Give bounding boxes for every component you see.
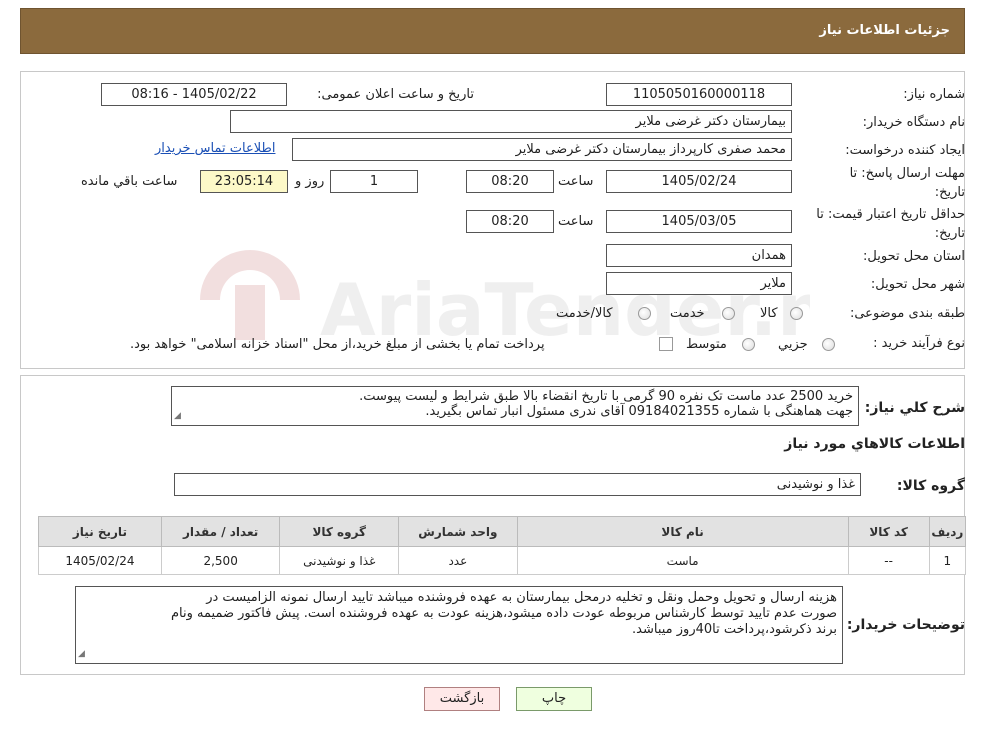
creator-label: ایجاد کننده درخواست: <box>845 143 965 158</box>
process-medium-label: متوسط <box>686 337 727 352</box>
notes-line-1: هزینه ارسال و تحویل وحمل ونقل و تخلیه در… <box>206 590 837 605</box>
remaining-label: ساعت باقي مانده <box>81 174 178 189</box>
creator-field[interactable]: محمد صفری کارپرداز بیمارستان دکتر غرضی م… <box>292 138 792 161</box>
treasury-note: پرداخت تمام یا بخشی از مبلغ خرید،از محل … <box>130 337 545 352</box>
summary-label: شرح کلي نياز: <box>864 400 965 416</box>
table-header-row: رديف کد کالا نام کالا واحد شمارش گروه کا… <box>38 516 967 547</box>
col-group: گروه کالا <box>279 516 400 547</box>
cell-group: غذا و نوشیدنی <box>279 546 400 575</box>
summary-line-2: جهت هماهنگی با شماره 09184021355 آقای ند… <box>425 404 853 419</box>
resize-grip-icon: ◢ <box>174 411 181 421</box>
page-title: جزئیات اطلاعات نیاز <box>819 23 950 38</box>
buyer-contact-link[interactable]: اطلاعات تماس خریدار <box>155 141 275 156</box>
col-code: کد کالا <box>847 516 930 547</box>
cell-need-date: 1405/02/24 <box>38 546 162 575</box>
notes-line-3: برند ذکرشود،پرداخت تا40روز میباشد. <box>632 622 837 637</box>
deadline-time-label: ساعت <box>558 174 594 189</box>
buyer-org-label: نام دستگاه خریدار: <box>862 115 965 130</box>
province-field[interactable]: همدان <box>606 244 792 267</box>
province-label: استان محل تحویل: <box>863 249 965 264</box>
buyer-org-field[interactable]: بیمارستان دکتر غرضی ملایر <box>230 110 792 133</box>
deadline-date-field[interactable]: 1405/02/24 <box>606 170 792 193</box>
days-field[interactable]: 1 <box>330 170 418 193</box>
col-unit: واحد شمارش <box>398 516 518 547</box>
goods-section-title: اطلاعات کالاهاي مورد نياز <box>784 436 965 452</box>
summary-line-1: خرید 2500 عدد ماست تک نفره 90 گرمی با تا… <box>359 389 853 404</box>
cell-code: -- <box>847 546 930 575</box>
goods-group-field[interactable]: غذا و نوشیدنی <box>174 473 861 496</box>
category-goods-service-radio[interactable] <box>638 307 651 320</box>
city-field[interactable]: ملایر <box>606 272 792 295</box>
category-goods-service-label: کالا/خدمت <box>556 306 613 321</box>
validity-date-field[interactable]: 1405/03/05 <box>606 210 792 233</box>
category-goods-radio[interactable] <box>790 307 803 320</box>
checkbox-icon <box>659 337 673 351</box>
category-service-radio[interactable] <box>722 307 735 320</box>
goods-group-label: گروه کالا: <box>896 478 965 494</box>
buyer-notes-label: توضیحات خریدار: <box>846 617 965 633</box>
summary-textarea[interactable]: خرید 2500 عدد ماست تک نفره 90 گرمی با تا… <box>171 386 859 426</box>
resize-grip-icon: ◢ <box>78 649 85 659</box>
goods-table: رديف کد کالا نام کالا واحد شمارش گروه کا… <box>38 516 967 575</box>
category-label: طبقه بندی موضوعی: <box>849 306 965 321</box>
process-label: نوع فرآیند خرید : <box>873 336 965 351</box>
print-button[interactable]: چاپ <box>516 687 592 711</box>
city-label: شهر محل تحویل: <box>870 277 965 292</box>
need-number-field[interactable]: 1105050160000118 <box>606 83 792 106</box>
treasury-checkbox[interactable] <box>658 336 674 352</box>
category-goods-label: کالا <box>760 306 778 321</box>
col-need-date: تاریخ نیاز <box>38 516 162 547</box>
remaining-time-field: 23:05:14 <box>200 170 288 193</box>
announce-label: تاریخ و ساعت اعلان عمومی: <box>317 87 474 102</box>
validity-time-field[interactable]: 08:20 <box>466 210 554 233</box>
process-medium-radio[interactable] <box>742 338 755 351</box>
validity-label: حداقل تاریخ اعتبار قیمت: تا تاریخ: <box>816 207 965 241</box>
col-name: نام کالا <box>516 516 849 547</box>
category-service-label: خدمت <box>670 306 705 321</box>
days-label: روز و <box>295 174 325 189</box>
announce-field[interactable]: 1405/02/22 - 08:16 <box>101 83 287 106</box>
deadline-time-field[interactable]: 08:20 <box>466 170 554 193</box>
need-number-label: شماره نیاز: <box>903 87 965 102</box>
table-row[interactable]: 1 -- ماست عدد غذا و نوشیدنی 2,500 1405/0… <box>38 546 967 575</box>
process-minor-label: جزیي <box>778 337 808 352</box>
process-minor-radio[interactable] <box>822 338 835 351</box>
cell-quantity: 2,500 <box>160 546 281 575</box>
notes-line-2: صورت عدم تایید توسط کارشناس مربوطه عودت … <box>171 606 837 621</box>
page-header: جزئیات اطلاعات نیاز <box>20 8 965 54</box>
back-button[interactable]: بازگشت <box>424 687 500 711</box>
buyer-notes-textarea[interactable]: هزینه ارسال و تحویل وحمل ونقل و تخلیه در… <box>75 586 843 664</box>
col-quantity: تعداد / مقدار <box>160 516 281 547</box>
deadline-label: مهلت ارسال پاسخ: تا تاریخ: <box>849 166 965 200</box>
cell-name: ماست <box>516 546 849 575</box>
cell-row: 1 <box>928 546 967 575</box>
col-row: رديف <box>928 516 967 547</box>
validity-time-label: ساعت <box>558 214 594 229</box>
cell-unit: عدد <box>398 546 518 575</box>
